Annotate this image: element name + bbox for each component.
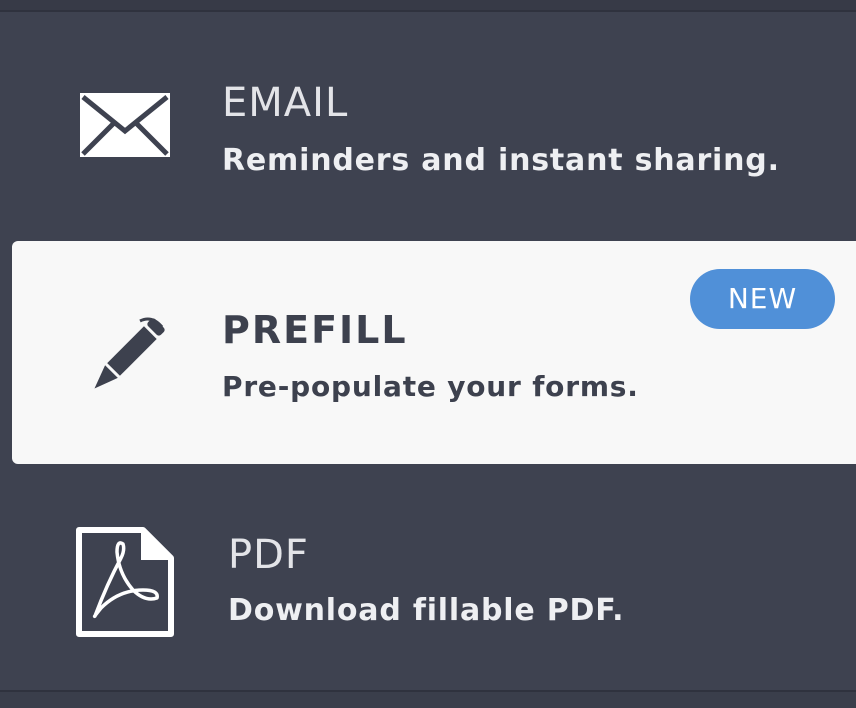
pencil-icon	[94, 317, 165, 389]
option-prefill[interactable]: PREFILL Pre-populate your forms. NEW	[12, 241, 856, 464]
option-title: PDF	[228, 532, 309, 578]
option-title: PREFILL	[222, 308, 408, 352]
option-description: Download fillable PDF.	[228, 593, 625, 628]
option-description: Pre-populate your forms.	[222, 370, 639, 403]
option-title: EMAIL	[222, 80, 349, 126]
bottom-divider	[0, 690, 856, 708]
integration-options-panel: EMAIL Reminders and instant sharing. PRE…	[0, 0, 856, 708]
envelope-icon	[80, 93, 170, 157]
option-description: Reminders and instant sharing.	[222, 143, 780, 178]
top-divider	[0, 0, 856, 12]
option-email[interactable]: EMAIL Reminders and instant sharing.	[0, 40, 856, 230]
pdf-file-icon	[76, 527, 174, 637]
new-badge: NEW	[690, 269, 835, 329]
option-pdf[interactable]: PDF Download fillable PDF.	[0, 500, 856, 670]
